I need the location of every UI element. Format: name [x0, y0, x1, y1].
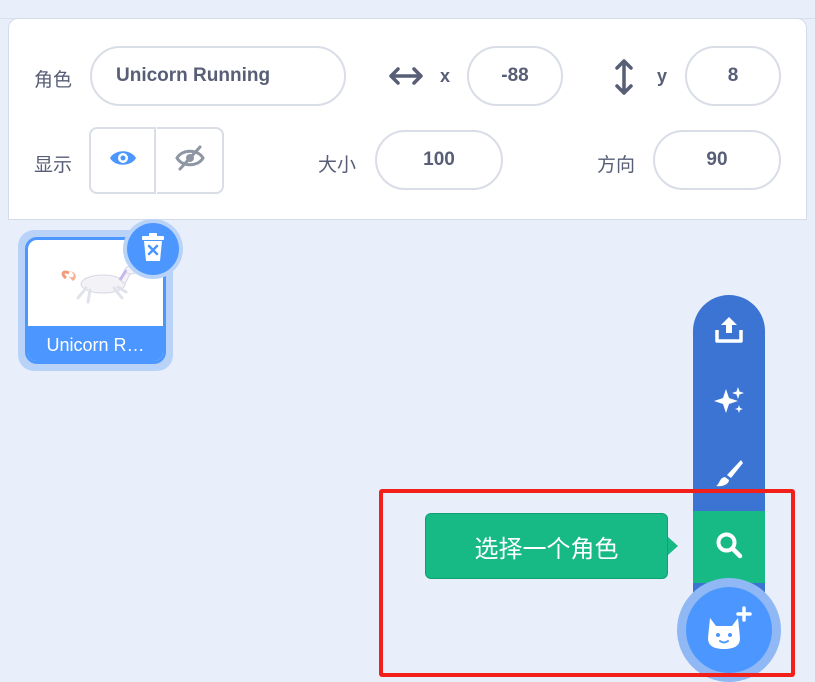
- sprite-name-label: 角色: [34, 69, 73, 91]
- sprite-name-input[interactable]: Unicorn Running: [90, 46, 346, 106]
- upload-sprite-button[interactable]: [693, 295, 765, 367]
- surprise-icon: [713, 385, 745, 422]
- paint-icon: [713, 457, 745, 494]
- x-input[interactable]: -88: [467, 46, 563, 106]
- direction-label: 方向: [597, 154, 636, 176]
- show-hidden-button[interactable]: [157, 127, 224, 194]
- eye-slash-icon: [174, 144, 206, 177]
- annotation-highlight-box: [379, 489, 795, 677]
- y-input[interactable]: 8: [685, 46, 781, 106]
- eye-icon: [108, 147, 138, 174]
- show-visible-button[interactable]: [89, 127, 156, 194]
- x-label: x: [440, 66, 451, 86]
- surprise-sprite-button[interactable]: [693, 367, 765, 439]
- delete-sprite-button[interactable]: [127, 223, 179, 275]
- size-input[interactable]: 100: [375, 130, 503, 190]
- x-arrows-icon: [389, 66, 423, 91]
- direction-input[interactable]: 90: [653, 130, 781, 190]
- y-arrows-icon: [614, 59, 634, 100]
- trash-icon: [140, 232, 166, 267]
- upload-icon: [713, 314, 745, 349]
- show-label: 显示: [34, 154, 73, 176]
- size-label: 大小: [318, 154, 357, 176]
- top-strip: [0, 0, 815, 19]
- sprite-name-caption: Unicorn R…: [28, 326, 163, 361]
- y-label: y: [657, 66, 668, 86]
